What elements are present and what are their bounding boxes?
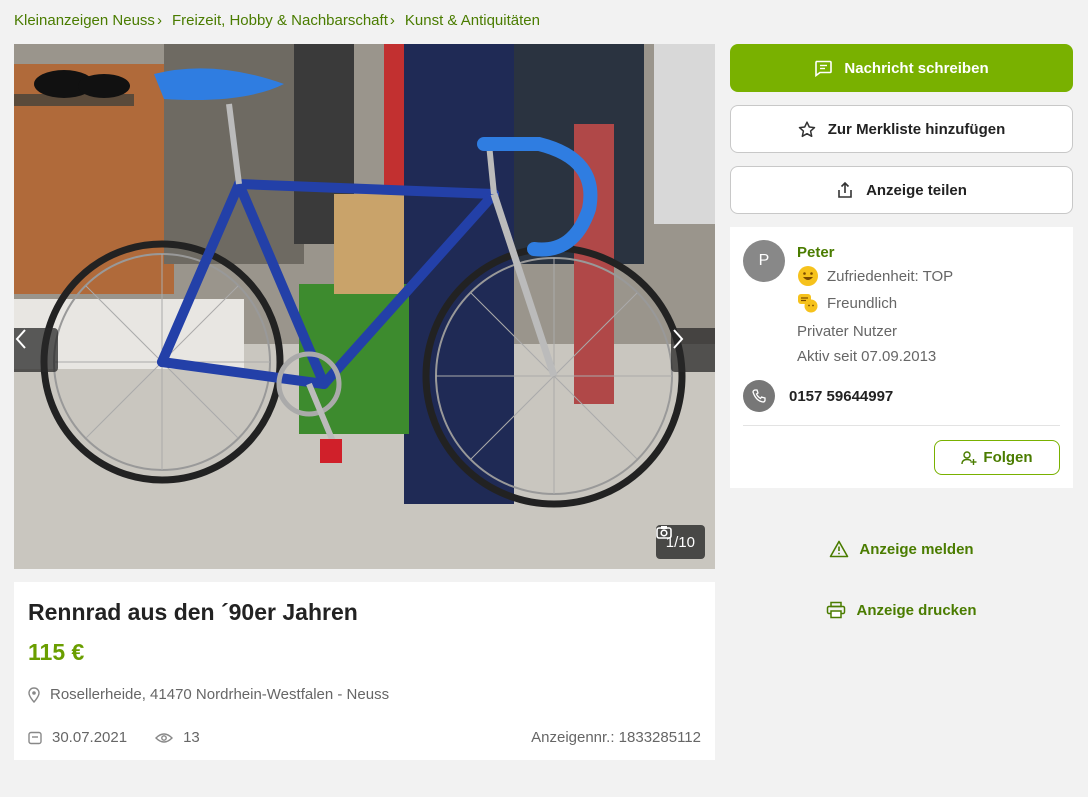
friendly-text: Freundlich xyxy=(827,294,898,312)
phone-icon xyxy=(743,380,775,412)
warning-icon xyxy=(830,540,849,558)
report-ad-link[interactable]: Anzeige melden xyxy=(730,540,1073,558)
write-message-button[interactable]: Nachricht schreiben xyxy=(730,44,1073,92)
seller-type: Privater Nutzer xyxy=(797,323,898,340)
ad-price: 115 € xyxy=(28,639,85,665)
ad-views: 13 xyxy=(155,729,200,746)
divider xyxy=(743,425,1060,426)
ad-date: 30.07.2021 xyxy=(28,729,127,746)
ad-number: Anzeigennr.: 1833285112 xyxy=(531,729,701,746)
ad-title: Rennrad aus den ´90er Jahren xyxy=(28,599,358,625)
satisfaction-badge: Zufriedenheit: TOP xyxy=(797,265,953,287)
chevron-right-icon: › xyxy=(156,12,162,29)
chevron-right-icon xyxy=(673,329,684,349)
share-ad-label: Anzeige teilen xyxy=(866,181,967,199)
chevron-right-icon: › xyxy=(389,12,395,29)
add-to-watchlist-button[interactable]: Zur Merkliste hinzufügen xyxy=(730,105,1073,153)
print-ad-label: Anzeige drucken xyxy=(856,601,977,619)
phone-number[interactable]: 0157 59644997 xyxy=(789,388,893,405)
follow-label: Folgen xyxy=(983,449,1033,466)
phone-glyph xyxy=(752,389,766,403)
printer-icon xyxy=(827,601,846,619)
share-icon xyxy=(838,181,852,198)
ad-date-text: 30.07.2021 xyxy=(52,729,128,746)
friendly-badge: Freundlich xyxy=(797,292,897,314)
share-ad-button[interactable]: Anzeige teilen xyxy=(730,166,1073,214)
star-icon xyxy=(798,120,815,137)
write-message-label: Nachricht schreiben xyxy=(844,59,989,77)
follow-button[interactable]: Folgen xyxy=(934,440,1060,475)
seller-name[interactable]: Peter xyxy=(797,244,835,261)
print-ad-link[interactable]: Anzeige drucken xyxy=(730,601,1073,619)
breadcrumb-link-subcategory[interactable]: Kunst & Antiquitäten xyxy=(405,12,540,29)
avatar[interactable]: P xyxy=(743,240,785,282)
location-pin-icon xyxy=(28,686,40,703)
ad-details: Rennrad aus den ´90er Jahren 115 € Rosel… xyxy=(14,582,715,760)
seller-card: P Peter Zufriedenheit: TOP Freundlich Pr… xyxy=(730,227,1073,488)
ad-location: Rosellerheide, 41470 Nordrhein-Westfalen… xyxy=(28,686,389,703)
chat-bubbles-icon xyxy=(798,294,818,313)
smiley-icon xyxy=(798,266,818,286)
image-gallery[interactable]: 1/10 xyxy=(14,44,715,569)
add-to-watchlist-label: Zur Merkliste hinzufügen xyxy=(827,120,1006,138)
breadcrumb: Kleinanzeigen Neuss › Freizeit, Hobby & … xyxy=(14,12,540,29)
camera-icon xyxy=(655,526,672,539)
breadcrumb-link-category[interactable]: Freizeit, Hobby & Nachbarschaft xyxy=(172,12,388,29)
ad-location-text: Rosellerheide, 41470 Nordrhein-Westfalen… xyxy=(50,686,390,703)
chevron-left-icon xyxy=(15,329,26,349)
eye-icon xyxy=(155,732,174,743)
ad-views-text: 13 xyxy=(183,729,200,746)
calendar-icon xyxy=(28,731,42,744)
report-ad-label: Anzeige melden xyxy=(859,540,974,558)
user-follow-icon xyxy=(961,450,977,465)
seller-active-since: Aktiv seit 07.09.2013 xyxy=(797,348,937,365)
image-counter[interactable]: 1/10 xyxy=(655,525,705,559)
breadcrumb-link-city[interactable]: Kleinanzeigen Neuss xyxy=(14,12,155,29)
ad-meta: 30.07.2021 13 Anzeigennr.: 1833285112 xyxy=(28,729,701,746)
next-image-button[interactable] xyxy=(671,328,715,372)
listing-photo xyxy=(14,44,715,569)
message-icon xyxy=(815,60,833,77)
satisfaction-text: Zufriedenheit: TOP xyxy=(827,267,954,285)
previous-image-button[interactable] xyxy=(14,328,58,372)
